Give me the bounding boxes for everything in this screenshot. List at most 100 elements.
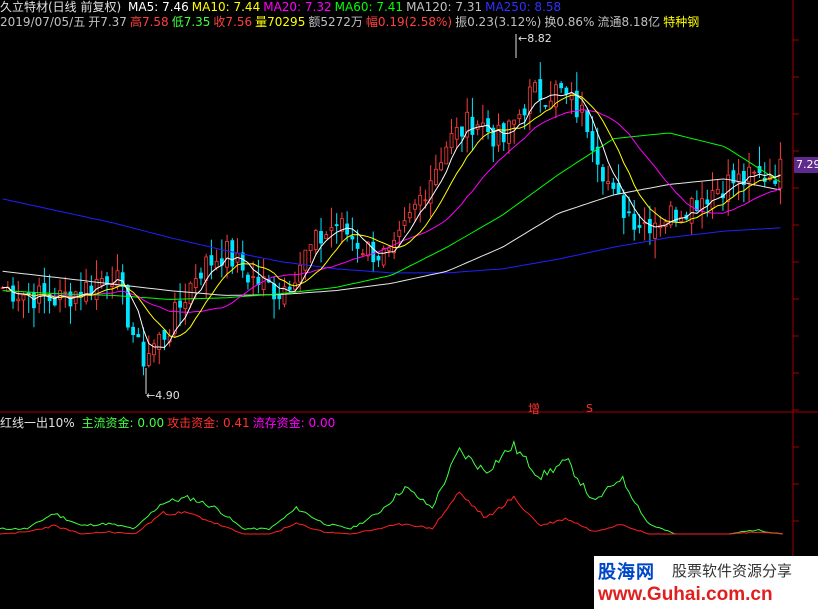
candle-body bbox=[752, 171, 757, 174]
candle-body bbox=[115, 270, 120, 287]
ma-legend-item-1: MA10: 7.44 bbox=[191, 0, 261, 14]
candle-body bbox=[63, 291, 68, 294]
candle-body bbox=[324, 234, 329, 239]
candle-body bbox=[308, 244, 313, 252]
attack-fund-line bbox=[0, 491, 784, 535]
quote-info-item-8: 振0.23(3.12%) bbox=[455, 15, 542, 29]
candle-body bbox=[606, 181, 611, 184]
candle-body bbox=[637, 225, 642, 228]
candle-body bbox=[433, 168, 438, 185]
candle-body bbox=[313, 230, 318, 250]
quote-info-item-7: 幅0.19(2.58%) bbox=[365, 15, 453, 29]
candle-body bbox=[225, 241, 229, 268]
candle-body bbox=[496, 124, 501, 146]
quote-info-item-9: 换0.86% bbox=[544, 15, 595, 29]
indicator-legend-item-1: 攻击资金: 0.41 bbox=[167, 416, 250, 430]
candle-body bbox=[439, 162, 443, 171]
candle-body bbox=[773, 180, 778, 184]
candle-body bbox=[350, 236, 355, 240]
candle-body bbox=[287, 286, 292, 290]
quote-info-item-3: 低7.35 bbox=[171, 15, 211, 29]
candle-body bbox=[110, 284, 115, 288]
candle-body bbox=[454, 127, 459, 140]
candle-body bbox=[590, 131, 595, 151]
candle-body bbox=[84, 282, 89, 302]
candle-body bbox=[397, 229, 402, 237]
candle-body bbox=[470, 116, 475, 135]
watermark-brand: 股海网 bbox=[598, 562, 655, 583]
marker-zeng: 增 bbox=[528, 402, 541, 416]
candle-body bbox=[329, 227, 334, 231]
marker-s: S bbox=[586, 402, 593, 415]
candle-body bbox=[146, 353, 151, 366]
ma-legend-item-4: MA120: 7.31 bbox=[406, 0, 483, 14]
high-price-label: ←8.82 bbox=[518, 32, 552, 45]
candle-body bbox=[413, 203, 417, 210]
quote-info-item-4: 收7.56 bbox=[213, 15, 253, 29]
candle-body bbox=[277, 294, 282, 300]
candle-body bbox=[460, 126, 464, 137]
main-fund-line bbox=[0, 439, 784, 535]
candle-body bbox=[199, 272, 203, 279]
candle-body bbox=[778, 158, 783, 189]
candle-body bbox=[512, 119, 517, 125]
candle-body bbox=[136, 334, 141, 338]
quote-info-item-2: 高7.58 bbox=[129, 15, 169, 29]
indicator-legend-item-2: 流存资金: 0.00 bbox=[252, 416, 336, 430]
candle-body bbox=[251, 276, 256, 279]
ma-legend-item-3: MA60: 7.41 bbox=[334, 0, 404, 14]
candle-body bbox=[162, 329, 167, 340]
quote-info-item-10: 流通8.18亿 bbox=[597, 15, 661, 29]
candle-body bbox=[736, 173, 741, 183]
candle-body bbox=[319, 231, 323, 244]
candle-body bbox=[204, 256, 209, 281]
candle-body bbox=[240, 252, 245, 271]
candle-body bbox=[444, 146, 449, 165]
candle-body bbox=[11, 285, 15, 302]
candle-body bbox=[533, 82, 537, 93]
candle-body bbox=[303, 249, 308, 271]
candle-body bbox=[376, 255, 381, 261]
candle-body bbox=[747, 166, 751, 183]
quote-info-item-5: 量70295 bbox=[255, 15, 306, 29]
ma-legend-row: 久立特材(日线 前复权) MA5: 7.46 MA10: 7.44 MA20: 7.… bbox=[0, 0, 564, 14]
candle-body bbox=[183, 302, 188, 310]
candle-body bbox=[188, 282, 193, 305]
candle-body bbox=[543, 105, 548, 107]
candle-body bbox=[647, 219, 652, 234]
watermark: 股海网 股票软件资源分享 www.Guhai.com.cn bbox=[594, 556, 818, 609]
candle-body bbox=[580, 104, 584, 113]
ma-legend-item-2: MA20: 7.32 bbox=[263, 0, 332, 14]
candle-body bbox=[355, 242, 360, 249]
candle-body bbox=[209, 255, 214, 266]
candle-body bbox=[402, 220, 407, 226]
candle-body bbox=[345, 223, 350, 235]
candle-body bbox=[585, 110, 590, 132]
candle-body bbox=[16, 298, 21, 302]
candle-body bbox=[152, 343, 156, 356]
candle-body bbox=[141, 341, 146, 367]
candle-body bbox=[172, 302, 177, 334]
watermark-slogan: 股票软件资源分享 bbox=[672, 562, 793, 580]
indicator-title: 红线一出10% bbox=[0, 416, 75, 430]
candle-body bbox=[214, 260, 219, 269]
candle-body bbox=[449, 133, 454, 149]
candle-body bbox=[360, 253, 365, 256]
quote-info-item-6: 额5272万 bbox=[308, 15, 363, 29]
candle-body bbox=[569, 93, 574, 101]
candle-body bbox=[423, 199, 428, 202]
candle-body bbox=[559, 83, 564, 89]
ma10-line bbox=[2, 94, 781, 338]
candle-body bbox=[407, 212, 412, 219]
candle-body bbox=[538, 79, 543, 100]
candle-body bbox=[99, 278, 104, 286]
candle-body bbox=[230, 240, 235, 267]
quote-info-item-11: 特种钢 bbox=[663, 15, 700, 29]
candle-body bbox=[193, 278, 198, 288]
candle-body bbox=[653, 222, 658, 239]
candle-body bbox=[632, 213, 637, 230]
candle-body bbox=[522, 108, 527, 116]
ma-legend-item-0: MA5: 7.46 bbox=[128, 0, 189, 14]
candle-body bbox=[715, 188, 720, 194]
candle-body bbox=[272, 283, 276, 300]
